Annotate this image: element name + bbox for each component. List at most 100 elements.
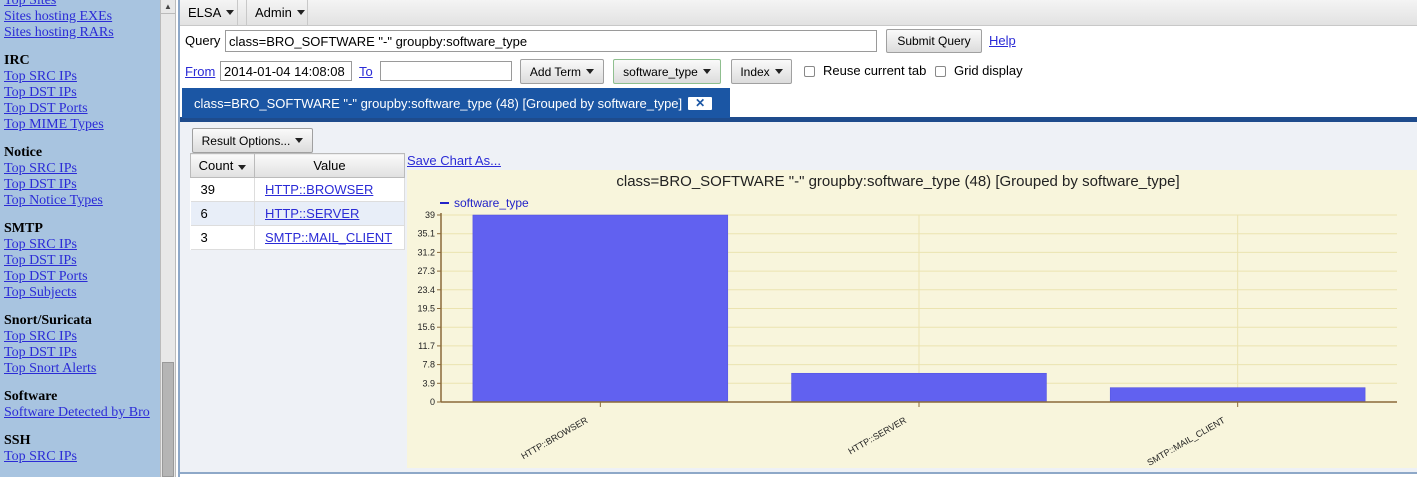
sidebar-link[interactable]: Top SRC IPs bbox=[4, 449, 160, 465]
sidebar-section: Notice Top SRC IPs Top DST IPs Top Notice T… bbox=[4, 145, 160, 209]
sidebar: Top Sites Sites hosting EXEs Sites hosting… bbox=[0, 0, 160, 477]
x-tick-label: HTTP::SERVER bbox=[846, 415, 908, 457]
from-date-input[interactable] bbox=[220, 61, 352, 81]
sidebar-link[interactable]: Top MIME Types bbox=[4, 117, 160, 133]
elsa-menu[interactable]: ELSA bbox=[180, 0, 238, 25]
sidebar-link[interactable]: Top DST IPs bbox=[4, 85, 160, 101]
y-tick-label: 27.3 bbox=[417, 266, 435, 276]
sidebar-link[interactable]: Top DST Ports bbox=[4, 269, 160, 285]
value-column-header[interactable]: Value bbox=[254, 153, 405, 178]
save-chart-link[interactable]: Save Chart As... bbox=[407, 153, 501, 168]
bar-chart: class=BRO_SOFTWARE "-" groupby:software_… bbox=[407, 170, 1417, 468]
to-date-input[interactable] bbox=[380, 61, 512, 81]
bar bbox=[472, 214, 729, 403]
sidebar-scrollbar[interactable]: ▲ bbox=[160, 0, 176, 477]
sidebar-menu: Top Sites Sites hosting EXEs Sites hosting… bbox=[4, 0, 160, 477]
sidebar-link[interactable]: Top SRC IPs bbox=[4, 69, 160, 85]
bar bbox=[791, 372, 1047, 403]
results-tab-bar: class=BRO_SOFTWARE "-" groupby:software_… bbox=[180, 88, 1417, 122]
value-link[interactable]: HTTP::SERVER bbox=[265, 206, 359, 221]
y-tick-label: 7.8 bbox=[422, 360, 435, 370]
sidebar-section: SSH Top SRC IPs bbox=[4, 433, 160, 465]
chart-plot: 0 3.9 7.8 11.7 15.6 19.5 23.4 27.3 31.2 35.1 39 HTT… bbox=[417, 196, 1397, 468]
y-tick-label: 35.1 bbox=[417, 229, 435, 239]
main-panel: ELSA Admin Query Submit Query Help From … bbox=[178, 0, 1417, 477]
sidebar-link[interactable]: Sites hosting EXEs bbox=[4, 9, 160, 25]
sidebar-section: Top Sites Sites hosting EXEs Sites hosting… bbox=[4, 0, 160, 41]
sidebar-section: Software Software Detected by Bro bbox=[4, 389, 160, 421]
query-input[interactable] bbox=[225, 30, 877, 52]
sidebar-section: IRC Top SRC IPs Top DST IPs Top DST Ports To… bbox=[4, 53, 160, 133]
bar bbox=[1109, 387, 1366, 403]
y-tick-label: 31.2 bbox=[417, 247, 435, 257]
add-term-button[interactable]: Add Term bbox=[520, 59, 604, 84]
sidebar-link[interactable]: Top SRC IPs bbox=[4, 329, 160, 345]
result-options-button[interactable]: Result Options... bbox=[192, 128, 313, 153]
from-link[interactable]: From bbox=[185, 64, 215, 79]
chevron-down-icon bbox=[226, 10, 235, 15]
sidebar-link[interactable]: Top DST IPs bbox=[4, 345, 160, 361]
grid-display-checkbox[interactable] bbox=[935, 66, 946, 77]
y-tick-label: 39 bbox=[425, 210, 435, 220]
table-row: 39 HTTP::BROWSER bbox=[190, 177, 405, 202]
to-link[interactable]: To bbox=[359, 64, 373, 79]
sidebar-link[interactable]: Top SRC IPs bbox=[4, 237, 160, 253]
submit-query-button[interactable]: Submit Query bbox=[886, 29, 982, 53]
index-select[interactable]: Index bbox=[731, 59, 792, 84]
sidebar-section: Snort/Suricata Top SRC IPs Top DST IPs Top … bbox=[4, 313, 160, 377]
sort-desc-icon bbox=[238, 165, 247, 170]
results-tab-label: class=BRO_SOFTWARE "-" groupby:software_… bbox=[194, 95, 683, 111]
elsa-menu-label: ELSA bbox=[188, 5, 222, 20]
sidebar-heading: IRC bbox=[4, 53, 30, 68]
sidebar-link[interactable]: Top Sites bbox=[4, 0, 160, 9]
help-link[interactable]: Help bbox=[989, 33, 1016, 48]
chevron-down-icon bbox=[295, 138, 304, 143]
menubar: ELSA Admin bbox=[180, 0, 1417, 26]
sidebar-link[interactable]: Top Subjects bbox=[4, 285, 160, 301]
sidebar-link[interactable]: Top SRC IPs bbox=[4, 161, 160, 177]
sidebar-heading: SSH bbox=[4, 433, 31, 448]
sidebar-heading: Snort/Suricata bbox=[4, 313, 92, 328]
count-cell: 6 bbox=[190, 201, 255, 226]
results-table: Count Value 39 HTTP::BROWSER 6 HTTP::SER… bbox=[190, 153, 405, 250]
groupby-field-select[interactable]: software_type bbox=[613, 59, 721, 84]
count-column-header[interactable]: Count bbox=[190, 153, 255, 178]
sidebar-link[interactable]: Sites hosting RARs bbox=[4, 25, 160, 41]
reuse-tab-checkbox[interactable] bbox=[804, 66, 815, 77]
scroll-up-arrow-icon[interactable]: ▲ bbox=[161, 0, 175, 14]
table-row: 3 SMTP::MAIL_CLIENT bbox=[190, 225, 405, 250]
y-tick-label: 15.6 bbox=[417, 322, 435, 332]
close-icon[interactable]: ✕ bbox=[688, 96, 713, 110]
scrollbar-thumb[interactable] bbox=[162, 362, 174, 477]
results-tab[interactable]: class=BRO_SOFTWARE "-" groupby:software_… bbox=[182, 88, 730, 118]
chevron-down-icon bbox=[702, 69, 711, 74]
sidebar-link[interactable]: Top Snort Alerts bbox=[4, 361, 160, 377]
value-link[interactable]: SMTP::MAIL_CLIENT bbox=[265, 230, 392, 245]
sidebar-link[interactable]: Top DST IPs bbox=[4, 177, 160, 193]
sidebar-heading: Notice bbox=[4, 145, 43, 160]
sidebar-section: SMTP Top SRC IPs Top DST IPs Top DST Ports T… bbox=[4, 221, 160, 301]
table-row: 6 HTTP::SERVER bbox=[190, 201, 405, 226]
x-tick-label: SMTP::MAIL_CLIENT bbox=[1145, 415, 1227, 468]
chevron-down-icon bbox=[296, 10, 305, 15]
add-term-label: Add Term bbox=[529, 64, 582, 79]
sidebar-link[interactable]: Top Notice Types bbox=[4, 193, 160, 209]
y-tick-label: 3.9 bbox=[422, 378, 435, 388]
sidebar-link[interactable]: Top DST IPs bbox=[4, 253, 160, 269]
legend-label: software_type bbox=[454, 196, 529, 210]
value-link[interactable]: HTTP::BROWSER bbox=[265, 182, 373, 197]
results-content: Result Options... Count Value 39 HTTP::B… bbox=[180, 122, 1417, 477]
y-tick-label: 23.4 bbox=[417, 285, 435, 295]
count-cell: 39 bbox=[190, 177, 255, 202]
sidebar-link[interactable]: Software Detected by Bro bbox=[4, 405, 160, 421]
sidebar-link[interactable]: Top DST Ports bbox=[4, 101, 160, 117]
admin-menu[interactable]: Admin bbox=[246, 0, 308, 25]
y-tick-label: 11.7 bbox=[418, 341, 435, 351]
x-tick-label: HTTP::BROWSER bbox=[519, 415, 589, 461]
y-tick-label: 0 bbox=[430, 397, 435, 407]
y-tick-label: 19.5 bbox=[417, 304, 435, 314]
chevron-down-icon bbox=[774, 69, 783, 74]
groupby-field-label: software_type bbox=[623, 64, 698, 79]
index-label: Index bbox=[740, 64, 770, 79]
admin-menu-label: Admin bbox=[255, 5, 292, 20]
